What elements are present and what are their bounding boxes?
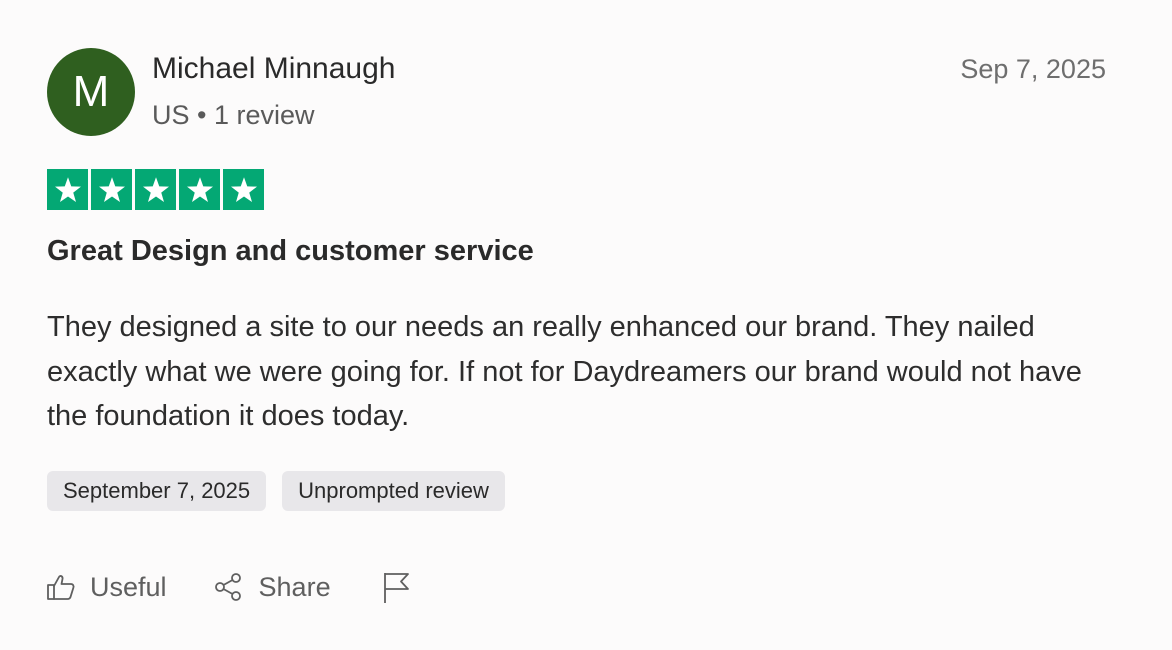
useful-label: Useful [90, 571, 167, 602]
reviewer-meta: US • 1 review [152, 100, 315, 130]
share-label: Share [258, 571, 331, 602]
star-rating [47, 169, 264, 210]
star-icon [91, 169, 132, 210]
review-tags: September 7, 2025 Unprompted review [47, 471, 505, 511]
avatar-initial: M [72, 67, 110, 116]
share-button[interactable]: Share [213, 572, 331, 603]
flag-icon [381, 570, 411, 604]
useful-button[interactable]: Useful [46, 572, 167, 603]
reviewer-name[interactable]: Michael Minnaugh [152, 52, 395, 86]
review-date: Sep 7, 2025 [960, 54, 1106, 84]
share-icon [213, 572, 245, 602]
review-title[interactable]: Great Design and customer service [47, 235, 534, 268]
star-icon [179, 169, 220, 210]
star-icon [47, 169, 88, 210]
star-icon [223, 169, 264, 210]
unprompted-review-badge[interactable]: Unprompted review [282, 471, 505, 511]
review-body: They designed a site to our needs an rea… [47, 311, 1082, 432]
experience-date-badge: September 7, 2025 [47, 471, 267, 511]
star-icon [135, 169, 176, 210]
review-actions: Useful Share [46, 570, 411, 604]
thumbs-up-icon [46, 572, 76, 602]
report-button[interactable] [381, 570, 411, 604]
avatar[interactable]: M [47, 48, 135, 136]
